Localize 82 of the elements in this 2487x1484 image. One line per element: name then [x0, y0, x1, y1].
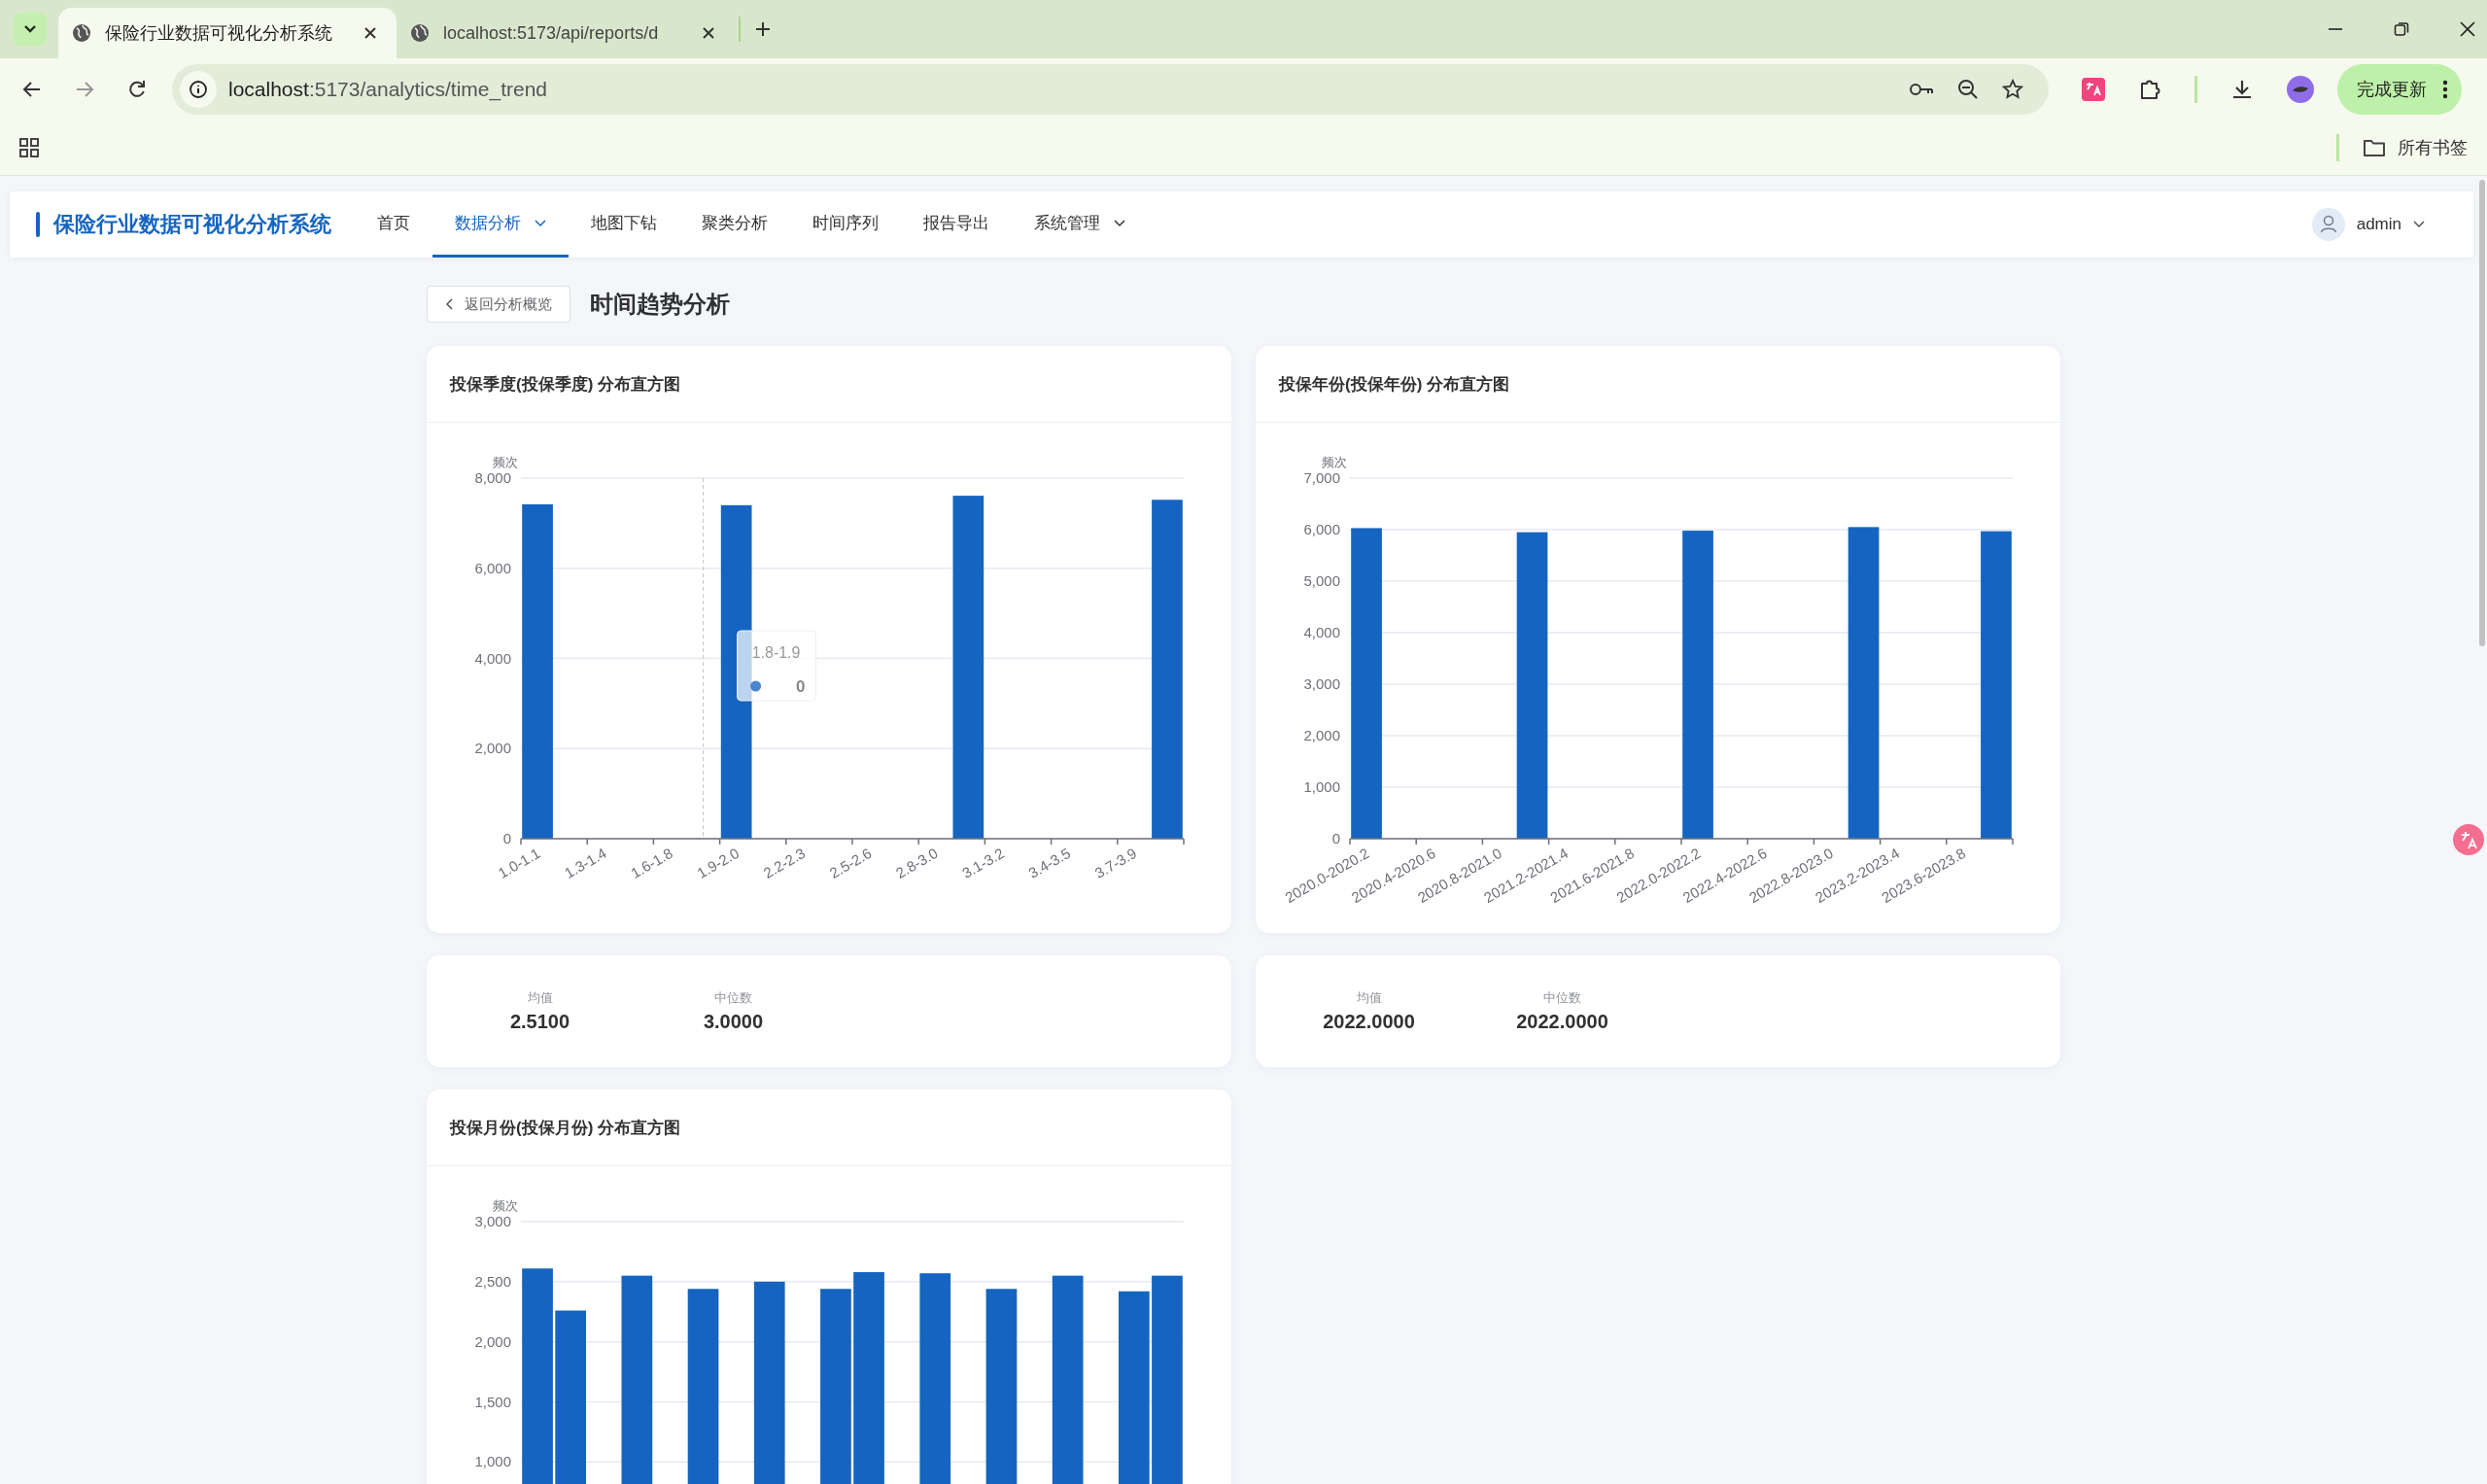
- stat-label: 中位数: [714, 989, 752, 1007]
- axis-tick-label: 3,000: [1303, 675, 1340, 692]
- chart-title: 投保年份(投保年份) 分布直方图: [1279, 373, 1510, 396]
- axis-tick-label: 5,000: [1303, 572, 1340, 589]
- close-icon[interactable]: [2460, 21, 2475, 37]
- restore-icon[interactable]: [2394, 21, 2409, 37]
- series-dot-icon: [750, 680, 762, 692]
- translate-icon[interactable]: [2452, 823, 2485, 856]
- axis-tick-label: 4,000: [474, 649, 511, 667]
- axis-tick-label: 1,000: [474, 1453, 511, 1470]
- stat-label: 均值: [527, 989, 553, 1007]
- stat-label: 均值: [1356, 989, 1382, 1007]
- axis-tick-label: 8,000: [474, 469, 511, 486]
- tooltip-value: 0: [796, 677, 806, 696]
- chevron-down-icon: [2413, 221, 2425, 228]
- axis-title: 频次: [493, 455, 518, 469]
- axis-tick-label: 0: [502, 830, 511, 846]
- reload-icon[interactable]: [127, 80, 147, 99]
- zoom-out-icon[interactable]: [1957, 79, 1979, 100]
- nav-item[interactable]: 系统管理: [1012, 191, 1148, 258]
- page-title: 时间趋势分析: [590, 290, 730, 319]
- axis-tick-label: 3,000: [474, 1213, 511, 1229]
- chart-title: 投保季度(投保季度) 分布直方图: [450, 373, 681, 396]
- chevron-left-icon: [445, 298, 453, 310]
- avatar-icon[interactable]: [2287, 76, 2314, 103]
- tooltip-label: 1.8-1.9: [751, 644, 801, 661]
- nav-item[interactable]: 数据分析: [432, 191, 569, 258]
- brand-accent-bar: [36, 212, 40, 237]
- browser-tab[interactable]: localhost:5173/api/reports/d: [397, 8, 735, 58]
- more-vertical-icon[interactable]: [2442, 80, 2448, 99]
- browser-tab[interactable]: 保险行业数据可视化分析系统: [58, 8, 397, 58]
- axis-tick-label: 0: [1331, 830, 1340, 846]
- forward-arrow-icon[interactable]: [75, 80, 94, 99]
- stat-value: 2.5100: [509, 1011, 570, 1033]
- back-arrow-icon[interactable]: [22, 80, 42, 99]
- folder-icon: [2363, 138, 2386, 157]
- globe-icon: [410, 23, 430, 43]
- star-icon[interactable]: [2002, 79, 2023, 100]
- globe-icon: [72, 23, 91, 43]
- stat-label: 中位数: [1543, 989, 1581, 1007]
- axis-tick-label: 2,000: [474, 740, 511, 757]
- nav-item[interactable]: 首页: [355, 191, 432, 258]
- tab-title: localhost:5173/api/reports/d: [443, 22, 660, 44]
- axis-tick-label: 1,500: [474, 1393, 511, 1410]
- nav-item[interactable]: 聚类分析: [679, 191, 790, 258]
- axis-tick-label: 4,000: [1303, 624, 1340, 640]
- stat-value: 2022.0000: [1516, 1011, 1608, 1033]
- stat-value: 3.0000: [703, 1011, 764, 1033]
- new-tab-icon[interactable]: [754, 20, 772, 38]
- site-info-icon[interactable]: [180, 71, 217, 108]
- nav-item[interactable]: 时间序列: [790, 191, 901, 258]
- bookmarks-folder[interactable]: 所有书签: [2363, 136, 2468, 159]
- chart-title: 投保月份(投保月份) 分布直方图: [450, 1117, 681, 1139]
- tab-title: 保险行业数据可视化分析系统: [105, 22, 333, 45]
- chevron-down-icon: [23, 24, 37, 34]
- user-menu[interactable]: admin: [2311, 208, 2425, 241]
- axis-tick-label: 1,000: [1303, 778, 1340, 795]
- axis-tick-label: 2,000: [1303, 727, 1340, 743]
- key-icon[interactable]: [1909, 81, 1934, 98]
- puzzle-icon[interactable]: [2138, 78, 2161, 101]
- axis-title: 频次: [1322, 455, 1347, 469]
- axis-tick-label: 6,000: [474, 559, 511, 576]
- axis-tick-label: 7,000: [1303, 469, 1340, 486]
- address-bar[interactable]: localhost:5173/analytics/time_trend: [172, 64, 2049, 115]
- user-avatar-icon: [2311, 208, 2345, 241]
- axis-title: 频次: [493, 1198, 518, 1213]
- close-icon[interactable]: [363, 26, 377, 40]
- close-icon[interactable]: [702, 26, 715, 40]
- axis-tick-label: 6,000: [1303, 521, 1340, 537]
- stat-value: 2022.0000: [1323, 1011, 1415, 1033]
- back-button[interactable]: 返回分析概览: [427, 286, 570, 323]
- app-title: 保险行业数据可视化分析系统: [53, 211, 331, 238]
- update-button[interactable]: 完成更新: [2337, 64, 2462, 115]
- tab-list-button[interactable]: [14, 13, 47, 46]
- download-icon[interactable]: [2230, 78, 2254, 101]
- axis-tick-label: 2,500: [474, 1272, 511, 1290]
- nav-item[interactable]: 地图下钻: [569, 191, 679, 258]
- apps-grid-icon[interactable]: [18, 137, 40, 158]
- nav-item[interactable]: 报告导出: [901, 191, 1012, 258]
- axis-tick-label: 2,000: [474, 1332, 511, 1350]
- scrollbar-thumb[interactable]: [2479, 180, 2485, 646]
- translate-icon[interactable]: [2082, 78, 2105, 101]
